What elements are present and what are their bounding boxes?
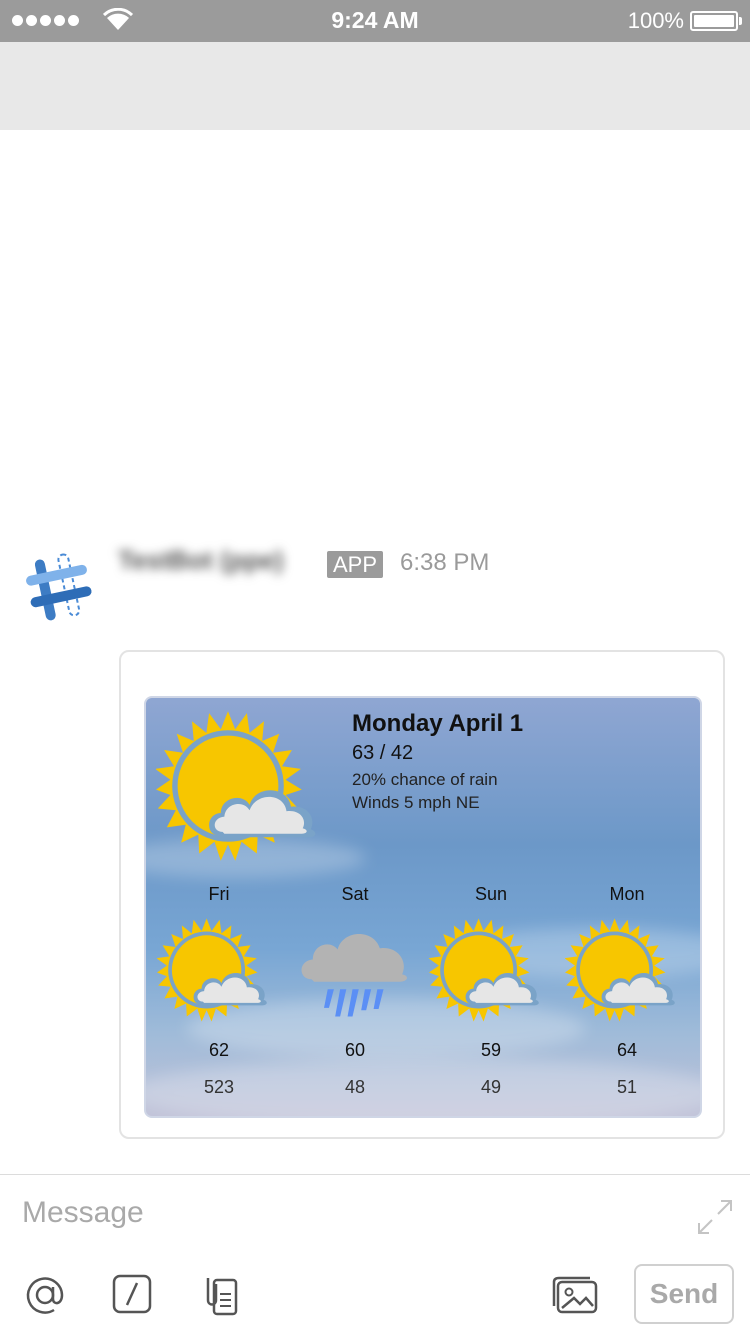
today-title: Monday April 1 — [352, 710, 524, 737]
forecast-day: Mon 64 51 — [562, 884, 692, 1098]
message-input[interactable] — [22, 1196, 662, 1230]
battery-icon — [690, 11, 742, 31]
mention-icon[interactable] — [24, 1274, 66, 1316]
message-timestamp: 6:38 PM — [400, 549, 490, 576]
weather-card[interactable]: Monday April 1 63 / 42 20% chance of rai… — [144, 696, 702, 1118]
forecast-day-label: Sat — [341, 884, 369, 904]
navigation-bar — [0, 42, 750, 130]
today-wind: Winds 5 mph NE — [352, 793, 480, 812]
forecast-low: 49 — [480, 1077, 502, 1097]
today-rain-chance: 20% chance of rain — [352, 770, 498, 789]
forecast-high: 59 — [480, 1040, 502, 1060]
forecast-low: 51 — [616, 1077, 638, 1097]
forecast-day-label: Mon — [609, 884, 645, 904]
forecast-day-label: Sun — [474, 884, 508, 904]
send-button[interactable]: Send — [634, 1264, 734, 1324]
photo-icon[interactable] — [550, 1274, 600, 1316]
forecast-day-label: Fri — [208, 884, 230, 904]
forecast-day: Sat 60 48 — [290, 884, 420, 1098]
partly-cloudy-icon — [157, 915, 281, 1025]
battery-percentage: 100% — [627, 8, 684, 33]
forecast-day: Fri 62 523 — [154, 884, 284, 1098]
today-temperature: 63 / 42 — [352, 742, 414, 764]
attachment-icon[interactable] — [200, 1274, 240, 1316]
sender-name[interactable]: TestBot (ppe) — [118, 545, 318, 581]
app-badge: APP — [327, 551, 384, 578]
forecast-high: 62 — [208, 1040, 230, 1060]
bot-avatar[interactable] — [22, 550, 96, 624]
rain-icon — [293, 915, 417, 1025]
forecast-day: Sun 59 49 — [426, 884, 556, 1098]
status-bar: 9:24 AM 100% — [0, 0, 750, 42]
forecast-low: 523 — [203, 1077, 235, 1097]
composer-divider — [0, 1174, 750, 1175]
partly-cloudy-icon — [429, 915, 553, 1025]
forecast-low: 48 — [344, 1077, 366, 1097]
expand-icon[interactable] — [696, 1198, 734, 1236]
forecast-high: 64 — [616, 1040, 638, 1060]
forecast-high: 60 — [344, 1040, 366, 1060]
partly-cloudy-icon — [156, 706, 336, 866]
slash-command-icon[interactable] — [112, 1274, 152, 1314]
partly-cloudy-icon — [565, 915, 689, 1025]
